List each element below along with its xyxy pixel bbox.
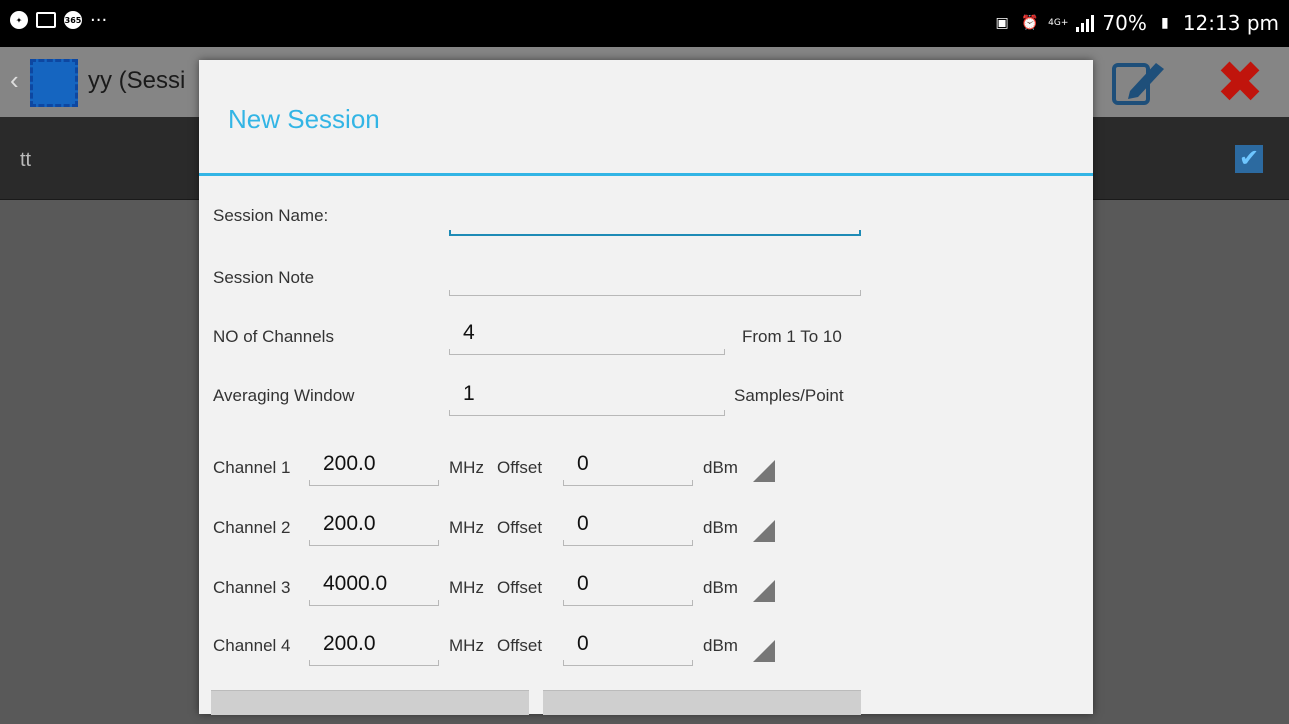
alarm-icon: ⏰ — [1021, 15, 1039, 31]
channel-frequency-value: 200.0 — [323, 452, 376, 475]
channel-label: Channel 1 — [213, 458, 291, 477]
dialog-button-left[interactable] — [211, 690, 529, 715]
battery-level: 70% — [1102, 11, 1147, 35]
dialog-button-right[interactable] — [543, 690, 861, 715]
clock: 12:13 pm — [1182, 11, 1279, 35]
session-note-label: Session Note — [213, 268, 315, 287]
offset-unit: dBm — [703, 578, 738, 597]
back-chevron-icon[interactable]: ‹ — [10, 65, 19, 96]
offset-label: Offset — [497, 636, 543, 655]
channels-value: 4 — [463, 321, 475, 344]
battery-icon: ▮ — [1160, 15, 1169, 31]
network-type: 4G+ — [1048, 17, 1069, 28]
averaging-input[interactable]: 1 — [449, 376, 725, 416]
channels-input[interactable]: 4 — [449, 315, 725, 355]
status-bar: ✦ 365 ··· ▣ ⏰ 4G+ 70% ▮ 12:13 pm — [0, 0, 1289, 47]
app-title: yy (Sessi — [88, 67, 186, 94]
app-chip-icon[interactable] — [30, 59, 78, 107]
frequency-unit: MHz — [449, 578, 484, 597]
title-divider — [199, 173, 1093, 176]
gallery-icon — [36, 10, 56, 30]
averaging-label: Averaging Window — [213, 386, 355, 405]
new-session-dialog: New Session Session Name: Session Note N… — [199, 60, 1093, 715]
channel-offset-input[interactable]: 0 — [563, 626, 693, 666]
channel-frequency-value: 4000.0 — [323, 572, 388, 595]
offset-label: Offset — [497, 518, 543, 537]
offset-unit: dBm — [703, 458, 738, 477]
offset-label: Offset — [497, 578, 543, 597]
channel-label: Channel 2 — [213, 518, 291, 537]
channel-offset-value: 0 — [577, 452, 589, 475]
frequency-unit: MHz — [449, 458, 484, 477]
averaging-unit-hint: Samples/Point — [734, 386, 844, 405]
session-name-input[interactable] — [449, 196, 861, 236]
channel-label: Channel 3 — [213, 578, 291, 597]
channel-offset-value: 0 — [577, 632, 589, 655]
channel-frequency-input[interactable]: 4000.0 — [309, 566, 439, 606]
channel-offset-value: 0 — [577, 572, 589, 595]
frequency-unit: MHz — [449, 636, 484, 655]
battery-saver-icon: ▣ — [995, 15, 1009, 31]
unit-spinner-arrow-icon[interactable] — [753, 640, 775, 662]
checkbox-icon[interactable]: ✔ — [1235, 145, 1263, 173]
channel-frequency-input[interactable]: 200.0 — [309, 626, 439, 666]
unit-spinner-arrow-icon[interactable] — [753, 520, 775, 542]
edit-icon[interactable] — [1108, 57, 1168, 107]
channel-offset-input[interactable]: 0 — [563, 506, 693, 546]
channel-frequency-value: 200.0 — [323, 512, 376, 535]
channel-offset-input[interactable]: 0 — [563, 566, 693, 606]
channel-frequency-value: 200.0 — [323, 632, 376, 655]
close-icon[interactable]: ✖ — [1210, 52, 1270, 112]
list-item-label: tt — [20, 149, 32, 171]
session-note-input[interactable] — [449, 256, 861, 296]
channel-offset-input[interactable]: 0 — [563, 446, 693, 486]
channels-label: NO of Channels — [213, 327, 334, 346]
offset-unit: dBm — [703, 636, 738, 655]
messenger-icon: ✦ — [10, 11, 28, 29]
unit-spinner-arrow-icon[interactable] — [753, 580, 775, 602]
channel-label: Channel 4 — [213, 636, 291, 655]
signal-icon — [1076, 14, 1095, 32]
office365-icon: 365 — [64, 11, 82, 29]
channels-range-hint: From 1 To 10 — [742, 327, 842, 346]
offset-label: Offset — [497, 458, 543, 477]
channel-frequency-input[interactable]: 200.0 — [309, 506, 439, 546]
more-dots-icon: ··· — [90, 9, 108, 31]
session-name-label: Session Name: — [213, 206, 329, 225]
offset-unit: dBm — [703, 518, 738, 537]
channel-frequency-input[interactable]: 200.0 — [309, 446, 439, 486]
channel-offset-value: 0 — [577, 512, 589, 535]
dialog-title: New Session — [228, 104, 380, 134]
unit-spinner-arrow-icon[interactable] — [753, 460, 775, 482]
averaging-value: 1 — [463, 382, 475, 405]
frequency-unit: MHz — [449, 518, 484, 537]
